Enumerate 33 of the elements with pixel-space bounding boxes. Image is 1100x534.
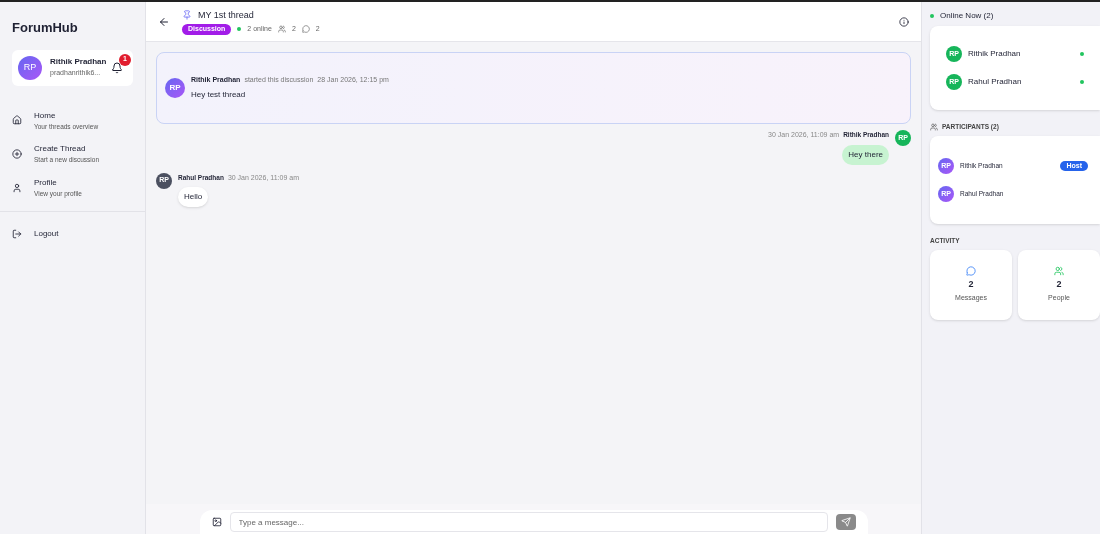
people-icon (930, 122, 938, 131)
section-title: Online Now (2) (940, 10, 994, 22)
send-icon (840, 517, 851, 527)
message-bubble: Hello (178, 187, 209, 207)
home-icon (12, 115, 22, 126)
logout-link[interactable]: Logout (12, 227, 133, 240)
stat-value: 2 (968, 277, 974, 291)
people-icon (277, 25, 286, 34)
back-arrow-icon[interactable] (158, 15, 170, 28)
avatar: RP (165, 78, 185, 98)
nav-label: Profile (34, 177, 58, 189)
logout-icon (12, 228, 22, 239)
chat-icon (966, 265, 976, 276)
message-input[interactable]: Type a message... (229, 512, 828, 532)
brand-logo: ForumHub (11, 19, 79, 37)
nav-label: Create Thread (34, 143, 87, 156)
user-name: Rithik Pradhan (968, 48, 1022, 60)
stat-value: 2 (1056, 277, 1062, 291)
bell-icon[interactable] (111, 61, 123, 74)
nav-label: Home (34, 109, 57, 122)
message-bubble: Hey there (842, 144, 889, 165)
plus-circle-icon (12, 149, 22, 160)
thread-title: MY 1st thread (198, 8, 254, 22)
send-button[interactable] (835, 514, 856, 530)
info-icon[interactable] (899, 16, 909, 27)
people-icon (1054, 265, 1064, 276)
post-text: Hey test thread (191, 89, 247, 102)
avatar: RP (18, 55, 42, 80)
chat-icon (301, 25, 310, 34)
pin-icon (182, 10, 192, 21)
user-name: Rahul Pradhan (968, 76, 1023, 88)
image-icon[interactable] (211, 517, 222, 527)
user-icon (12, 182, 22, 193)
